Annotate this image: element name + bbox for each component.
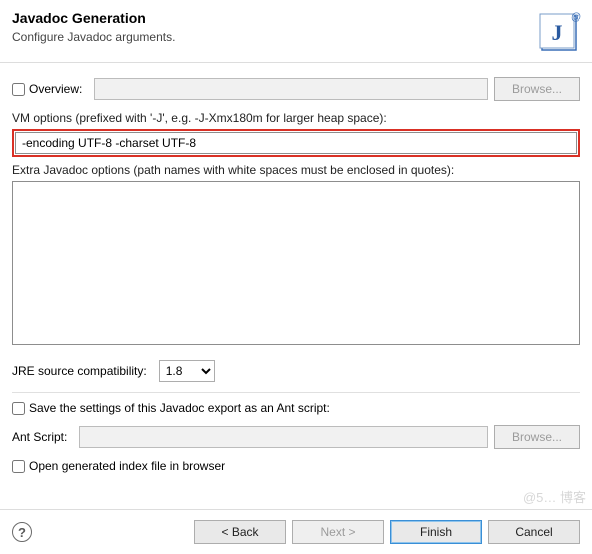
overview-checkbox[interactable]	[12, 83, 25, 96]
open-index-label: Open generated index file in browser	[29, 459, 225, 473]
jre-source-select[interactable]: 1.8	[159, 360, 215, 382]
javadoc-icon: J @	[538, 6, 584, 52]
vm-options-highlight	[12, 129, 580, 157]
save-ant-label: Save the settings of this Javadoc export…	[29, 401, 330, 415]
finish-button[interactable]: Finish	[390, 520, 482, 544]
save-ant-checkbox[interactable]	[12, 402, 25, 415]
overview-browse-button[interactable]: Browse...	[494, 77, 580, 101]
open-index-checkbox[interactable]	[12, 460, 25, 473]
svg-text:@: @	[571, 12, 581, 23]
save-ant-row: Save the settings of this Javadoc export…	[12, 401, 580, 415]
help-icon[interactable]: ?	[12, 522, 32, 542]
svg-text:J: J	[552, 20, 563, 45]
cancel-button[interactable]: Cancel	[488, 520, 580, 544]
next-button[interactable]: Next >	[292, 520, 384, 544]
dialog-footer: ? < Back Next > Finish Cancel	[0, 509, 592, 554]
back-button[interactable]: < Back	[194, 520, 286, 544]
overview-label: Overview:	[29, 82, 82, 96]
ant-script-input[interactable]	[79, 426, 488, 448]
ant-script-row: Ant Script: Browse...	[12, 425, 580, 449]
vm-options-input[interactable]	[15, 132, 577, 154]
open-index-row: Open generated index file in browser	[12, 459, 580, 473]
overview-row: Overview: Browse...	[12, 77, 580, 101]
jre-label: JRE source compatibility:	[12, 364, 147, 378]
separator	[12, 392, 580, 393]
dialog-header: Javadoc Generation Configure Javadoc arg…	[0, 0, 592, 63]
extra-options-textarea[interactable]	[12, 181, 580, 345]
page-title: Javadoc Generation	[12, 10, 580, 26]
ant-script-label: Ant Script:	[12, 430, 67, 444]
dialog-body: Overview: Browse... VM options (prefixed…	[0, 63, 592, 491]
jre-row: JRE source compatibility: 1.8	[12, 360, 580, 382]
overview-input[interactable]	[94, 78, 488, 100]
page-subtitle: Configure Javadoc arguments.	[12, 30, 580, 44]
vm-options-label: VM options (prefixed with '-J', e.g. -J-…	[12, 111, 580, 125]
ant-browse-button[interactable]: Browse...	[494, 425, 580, 449]
extra-options-label: Extra Javadoc options (path names with w…	[12, 163, 580, 177]
